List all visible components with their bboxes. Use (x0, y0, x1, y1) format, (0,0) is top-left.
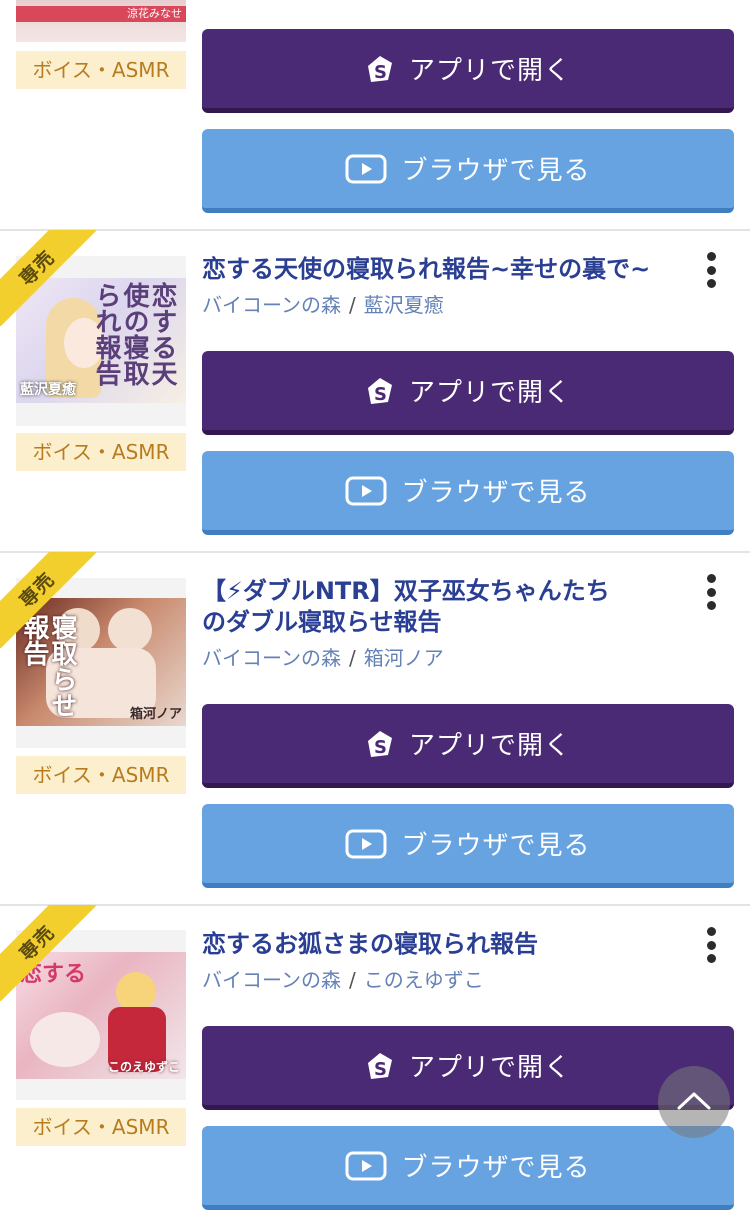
view-in-browser-button[interactable]: ブラウザで見る (202, 451, 734, 535)
app-logo-icon: S (365, 729, 395, 759)
thumbnail-title: 恋する天使の寝取られ報告 (91, 282, 177, 386)
thumbnail-caption: 箱河ノア (129, 707, 182, 722)
exclusive-label: 専売 (15, 246, 59, 290)
exclusive-ribbon: 専売 (0, 552, 96, 648)
exclusive-label: 専売 (15, 568, 59, 612)
cast-link[interactable]: 藍沢夏癒 (364, 293, 444, 317)
item-title-line-1[interactable]: 【⚡ダブルNTR】双子巫女ちゃんたち (202, 576, 682, 607)
cast-link[interactable]: 箱河ノア (364, 646, 444, 670)
open-in-app-label: アプリで開く (408, 56, 571, 86)
app-logo-icon: S (365, 54, 395, 84)
open-in-app-label: アプリで開く (408, 378, 571, 408)
item-title[interactable]: 恋するお狐さまの寝取られ報告 (202, 929, 682, 960)
open-in-app-label: アプリで開く (408, 1053, 571, 1083)
circle-link[interactable]: バイコーンの森 (202, 646, 341, 670)
genre-badge: ボイス・ASMR (16, 433, 186, 471)
genre-badge: ボイス・ASMR (16, 756, 186, 794)
view-in-browser-label: ブラウザで見る (401, 478, 591, 508)
circle-link[interactable]: バイコーンの森 (202, 293, 341, 317)
item-meta: バイコーンの森 / このえゆずこ (202, 968, 484, 992)
view-in-browser-label: ブラウザで見る (401, 156, 591, 186)
item-divider (0, 904, 750, 906)
svg-text:S: S (374, 384, 388, 405)
item-thumbnail[interactable]: 涼花みなせ (16, 0, 186, 42)
view-in-browser-label: ブラウザで見る (401, 1153, 591, 1183)
exclusive-label: 専売 (15, 921, 59, 965)
app-logo-icon: S (365, 376, 395, 406)
view-in-browser-button[interactable]: ブラウザで見る (202, 129, 734, 213)
open-in-app-label: アプリで開く (408, 731, 571, 761)
scroll-to-top-button[interactable] (658, 1066, 730, 1138)
genre-badge: ボイス・ASMR (16, 51, 186, 89)
chevron-up-icon (676, 1089, 712, 1115)
view-in-browser-label: ブラウザで見る (401, 831, 591, 861)
kebab-menu-icon[interactable] (696, 250, 726, 290)
open-in-app-button[interactable]: S アプリで開く (202, 704, 734, 788)
play-icon (345, 829, 387, 859)
svg-text:S: S (374, 1059, 388, 1080)
circle-link[interactable]: バイコーンの森 (202, 968, 341, 992)
thumbnail-caption: 藍沢夏癒 (20, 382, 76, 398)
play-icon (345, 476, 387, 506)
item-meta: バイコーンの森 / 藍沢夏癒 (202, 293, 444, 317)
kebab-menu-icon[interactable] (696, 925, 726, 965)
open-in-app-button[interactable]: S アプリで開く (202, 1026, 734, 1110)
kebab-menu-icon[interactable] (696, 572, 726, 612)
exclusive-ribbon: 専売 (0, 230, 96, 326)
thumbnail-caption: 涼花みなせ (127, 7, 182, 20)
open-in-app-button[interactable]: S アプリで開く (202, 351, 734, 435)
play-icon (345, 154, 387, 184)
item-divider (0, 551, 750, 553)
item-meta: バイコーンの森 / 箱河ノア (202, 646, 444, 670)
svg-text:S: S (374, 62, 388, 83)
item-title-line-2[interactable]: のダブル寝取らせ報告 (202, 607, 682, 638)
view-in-browser-button[interactable]: ブラウザで見る (202, 804, 734, 888)
item-title[interactable]: 恋する天使の寝取られ報告~幸せの裏で~ (202, 254, 682, 285)
play-icon (345, 1151, 387, 1181)
view-in-browser-button[interactable]: ブラウザで見る (202, 1126, 734, 1210)
cast-link[interactable]: このえゆずこ (364, 968, 484, 992)
genre-badge: ボイス・ASMR (16, 1108, 186, 1146)
exclusive-ribbon: 専売 (0, 905, 96, 1001)
item-divider (0, 229, 750, 231)
svg-text:S: S (374, 737, 388, 758)
open-in-app-button[interactable]: S アプリで開く (202, 29, 734, 113)
app-logo-icon: S (365, 1051, 395, 1081)
thumbnail-caption: このえゆずこ (107, 1060, 180, 1074)
